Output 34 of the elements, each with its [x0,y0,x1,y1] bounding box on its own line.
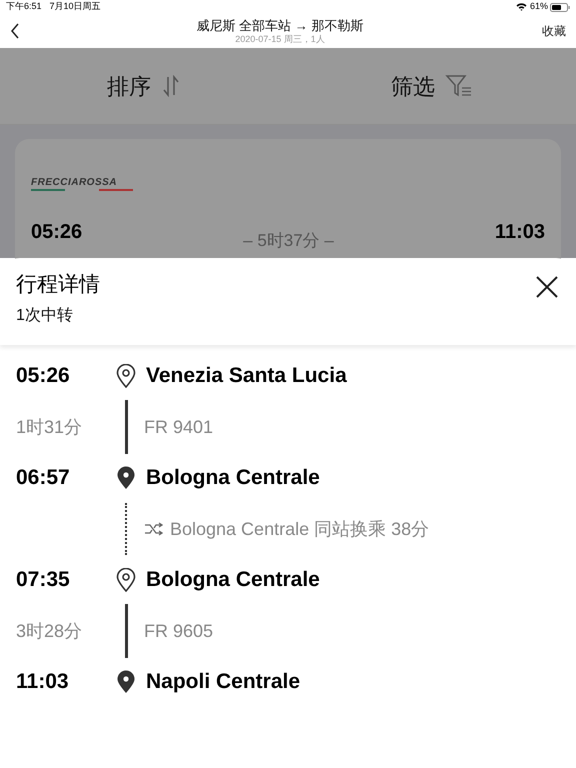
leg-duration: 3时28分 [16,620,84,642]
nav-subtitle: 2020-07-15 周三，1人 [235,34,325,44]
nav-title: 威尼斯 全部车站 → 那不勒斯 [196,18,364,34]
sort-icon [161,75,181,97]
station-name: Venezia Santa Lucia [146,363,347,390]
train-number: FR 9605 [144,620,214,642]
train-number: FR 9401 [144,416,214,438]
stop-time: 11:03 [16,669,70,696]
back-icon [10,23,20,39]
arrive-time: 11:03 [494,220,545,245]
wifi-icon [516,3,527,11]
close-button[interactable] [534,274,560,300]
stop-time: 06:57 [16,465,71,492]
stop-time: 07:35 [16,567,71,594]
sort-button[interactable]: 排序 [0,48,288,124]
operator-logo: FRECCIAROSSA [31,177,133,191]
transfer-info: Bologna Centrale 同站换乘 38分 [170,518,430,541]
status-date: 7月10日周五 [50,0,101,14]
battery-percent: 61% [530,0,548,14]
station-name: Bologna Centrale [146,567,320,594]
shuffle-icon [144,522,164,536]
battery-icon [550,2,570,12]
stop-time: 05:26 [16,363,71,390]
close-icon [535,275,559,299]
trip-duration: – 5时37分 – [243,230,334,252]
transfer-count: 1次中转 [16,306,74,326]
status-time: 下午6:51 [6,0,42,14]
filter-button[interactable]: 筛选 [288,48,576,124]
filter-icon [445,74,473,98]
favorite-button[interactable]: 收藏 [526,22,566,40]
station-name: Napoli Centrale [146,669,300,696]
leg-duration: 1时31分 [16,416,84,438]
depart-time: 05:26 [31,220,82,245]
station-name: Bologna Centrale [146,465,320,492]
